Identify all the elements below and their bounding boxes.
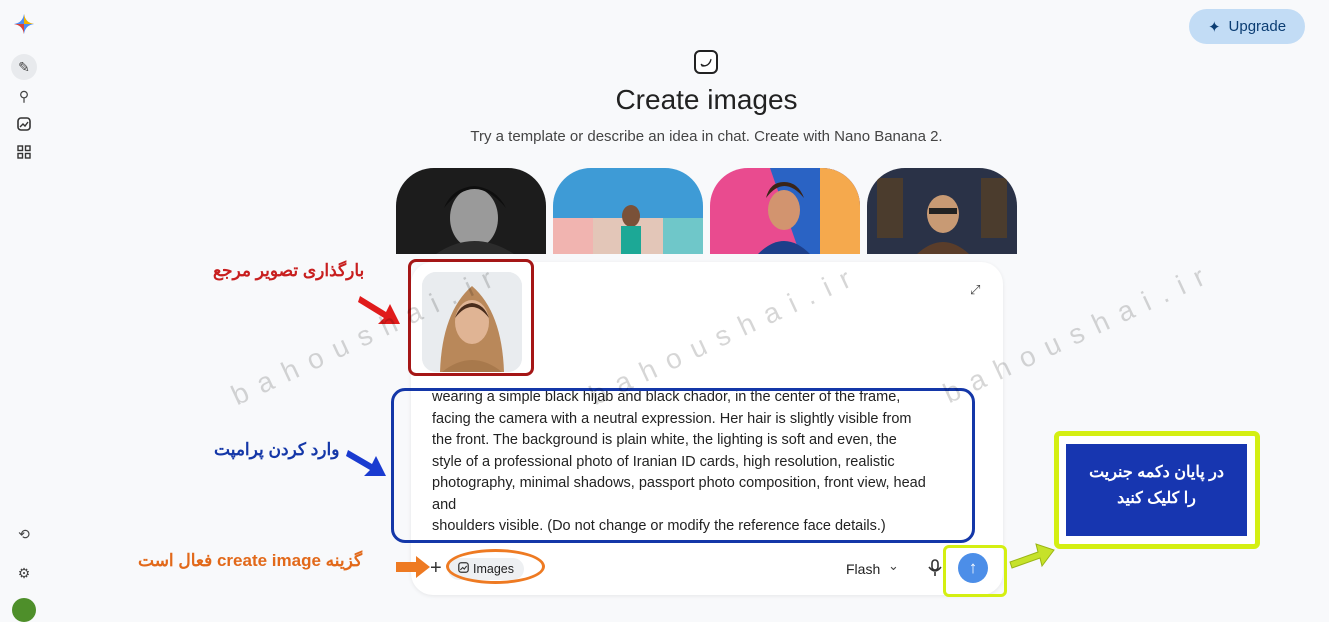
model-selector-label[interactable]: Flash: [846, 561, 880, 577]
prompt-input[interactable]: wearing a simple black hijab and black c…: [432, 391, 962, 538]
gemini-logo-icon[interactable]: [12, 12, 36, 36]
upgrade-label: Upgrade: [1228, 18, 1287, 35]
lime-arrow-icon: [1009, 543, 1055, 569]
generate-note: در پایان دکمه جنریت را کلیک کنید: [1066, 444, 1247, 536]
send-button-highlight: [943, 545, 1007, 597]
annotation-create-image-active: گزینه create image فعال است: [138, 551, 363, 570]
template-thumbnail-portrait-bw[interactable]: [396, 168, 546, 254]
template-thumbnail-cartoon-castle[interactable]: [867, 168, 1017, 254]
annotation-upload-reference: بارگذاری تصویر مرجع: [213, 261, 365, 280]
prompt-highlight: wearing a simple black hijab and black c…: [391, 388, 975, 543]
history-icon[interactable]: ⟲: [12, 522, 36, 546]
settings-icon[interactable]: ⚙: [12, 561, 36, 585]
expand-icon[interactable]: ⤢: [970, 282, 980, 298]
generate-note-line1: در پایان دکمه جنریت: [1089, 464, 1224, 481]
chevron-down-icon[interactable]: ⌄: [888, 558, 899, 574]
page-subtitle: Try a template or describe an idea in ch…: [470, 128, 943, 145]
orange-arrow-icon: [396, 556, 430, 578]
sparkle-icon: ✦: [1207, 18, 1221, 36]
images-chip-highlight: [446, 549, 545, 584]
template-thumbnail-pool-scene[interactable]: [553, 168, 703, 254]
generate-note-line2: را کلیک کنید: [1117, 490, 1196, 507]
page-title: Create images: [615, 84, 798, 115]
template-thumbnail-color-portrait[interactable]: [710, 168, 860, 254]
new-chat-icon[interactable]: ✎: [11, 54, 37, 80]
microphone-icon[interactable]: [928, 559, 942, 581]
blue-arrow-icon: [346, 450, 386, 476]
upgrade-button[interactable]: ✦ Upgrade: [1189, 9, 1305, 44]
annotation-enter-prompt: وارد کردن پرامپت: [214, 440, 340, 459]
banana-icon: [694, 50, 718, 74]
avatar[interactable]: [12, 598, 36, 622]
